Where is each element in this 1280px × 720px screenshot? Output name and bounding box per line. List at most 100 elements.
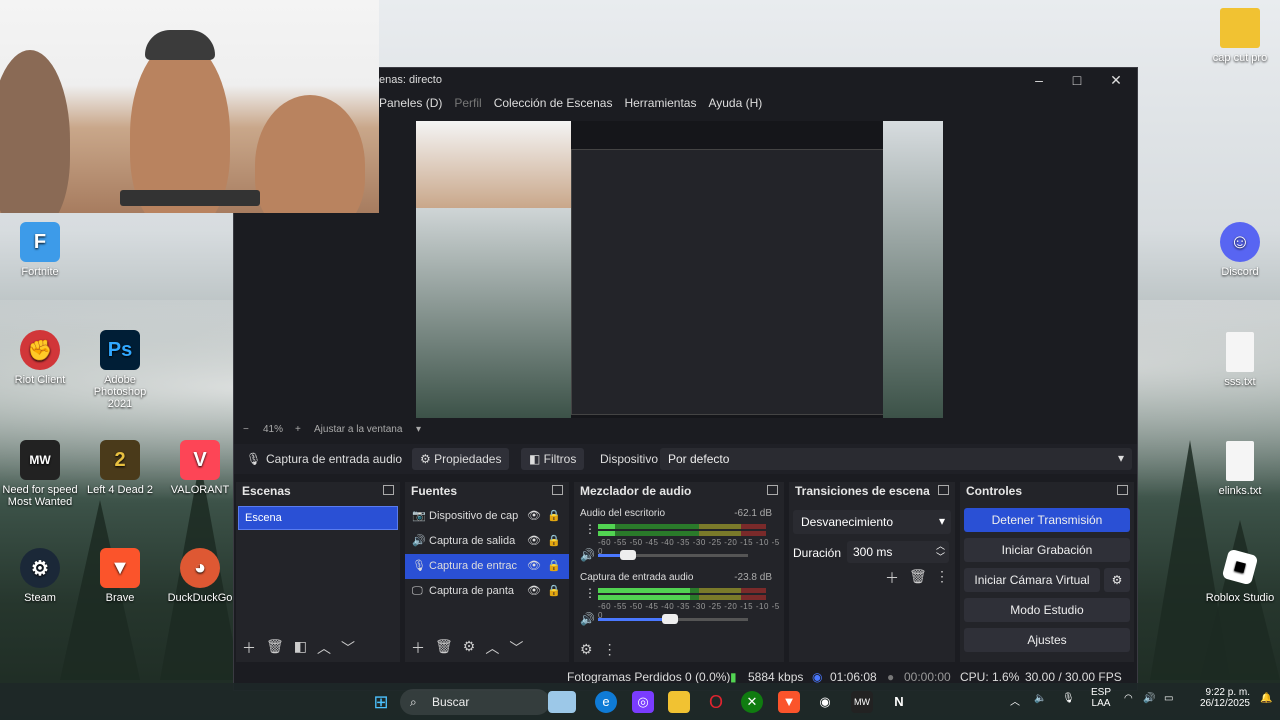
desktop-icon-valorant[interactable]: V VALORANT [160, 440, 240, 496]
duration-field[interactable]: 300 ms ︿ ﹀ [847, 541, 949, 563]
close-icon[interactable]: ✕ [1101, 72, 1131, 89]
kebab-menu-icon[interactable]: ⋮ [584, 586, 596, 600]
file-explorer-icon[interactable] [668, 691, 690, 713]
app-n-icon[interactable]: N [888, 691, 910, 713]
speaker-icon[interactable]: 🔈 [1034, 693, 1046, 704]
chevron-down-icon[interactable]: ▾ [416, 424, 421, 435]
chevron-up-icon[interactable]: ︿ [485, 638, 499, 658]
stop-stream-button[interactable]: Detener Transmisión [964, 508, 1130, 532]
trash-icon[interactable]: 🗑 [266, 638, 284, 658]
virtual-camera-button[interactable]: Iniciar Cámara Virtual [964, 568, 1100, 592]
kebab-menu-icon[interactable]: ⋮ [935, 568, 949, 585]
popout-icon[interactable] [938, 485, 949, 495]
volume-knob[interactable] [662, 614, 678, 624]
opera-icon[interactable]: O [705, 691, 727, 713]
xbox-icon[interactable]: ✕ [741, 691, 763, 713]
fit-window-button[interactable]: Ajustar a la ventana [314, 424, 402, 435]
popout-icon[interactable] [767, 485, 778, 495]
language-indicator[interactable]: ESP LAA [1090, 687, 1112, 709]
eye-icon[interactable]: 👁 [527, 554, 541, 579]
desktop-icon-elinks[interactable]: elinks.txt [1200, 441, 1280, 497]
start-recording-button[interactable]: Iniciar Grabación [964, 538, 1130, 562]
trash-icon[interactable]: 🗑 [435, 638, 453, 658]
menu-scene-collection[interactable]: Colección de Escenas [494, 96, 613, 110]
edge-icon[interactable]: e [595, 691, 617, 713]
lock-icon[interactable]: 🔒 [547, 579, 561, 604]
gear-icon[interactable]: ⚙ [580, 641, 593, 658]
desktop-icon-brave[interactable]: ▼ Brave [80, 548, 160, 604]
nfs-icon[interactable]: MW [851, 691, 873, 713]
maximize-icon[interactable]: □ [1062, 72, 1092, 88]
zoom-in-button[interactable]: + [295, 424, 301, 435]
gear-icon[interactable]: ⚙ [463, 638, 476, 658]
battery-icon[interactable]: ▭ [1164, 693, 1173, 704]
desktop-icon-photoshop[interactable]: Ps Adobe Photoshop 2021 [80, 330, 160, 410]
app-icon[interactable]: ◎ [632, 691, 654, 713]
popout-icon[interactable] [383, 485, 394, 495]
desktop-icon-steam[interactable]: ⚙ Steam [0, 548, 80, 604]
speaker-icon[interactable]: 🔊 [580, 612, 595, 626]
notification-bell-icon[interactable]: 🔔 [1260, 693, 1272, 704]
settings-button[interactable]: Ajustes [964, 628, 1130, 652]
wifi-icon[interactable]: ◠ [1124, 693, 1133, 704]
preview-canvas[interactable] [416, 121, 943, 418]
desktop-icon-discord[interactable]: ☺ Discord [1200, 222, 1280, 278]
add-icon[interactable]: ＋ [242, 638, 256, 658]
source-row[interactable]: 🔊 Captura de salida 👁 🔒 [405, 529, 569, 554]
popout-icon[interactable] [1117, 485, 1128, 495]
microphone-icon[interactable]: 🎙 [1062, 693, 1075, 704]
desktop-icon-fortnite[interactable]: F Fortnite [0, 222, 80, 278]
desktop-icon-roblox[interactable]: ■ Roblox Studio [1200, 548, 1280, 604]
lock-icon[interactable]: 🔒 [547, 504, 561, 529]
lock-icon[interactable]: 🔒 [547, 554, 561, 579]
kebab-menu-icon[interactable]: ⋮ [584, 522, 596, 536]
brave-icon[interactable]: ▼ [778, 691, 800, 713]
desktop-icon-l4d2[interactable]: 2 Left 4 Dead 2 [80, 440, 160, 496]
lock-icon[interactable]: 🔒 [547, 529, 561, 554]
menu-tools[interactable]: Herramientas [624, 96, 696, 110]
source-row-selected[interactable]: 🎙 Captura de entrac 👁 🔒 [405, 554, 569, 579]
zoom-out-button[interactable]: − [243, 424, 249, 435]
filters-button[interactable]: ◧ Filtros [521, 448, 585, 470]
windows-start-icon[interactable]: ⊞ [370, 691, 392, 713]
eye-icon[interactable]: 👁 [527, 579, 541, 604]
clock[interactable]: 9:22 p. m. 26/12/2025 [1190, 687, 1250, 709]
trash-icon[interactable]: 🗑 [909, 568, 927, 585]
add-icon[interactable]: ＋ [411, 638, 425, 658]
source-row[interactable]: 🖵 Captura de panta 👁 🔒 [405, 579, 569, 604]
desktop-icon-sss[interactable]: sss.txt [1200, 332, 1280, 388]
desktop-icon-riot[interactable]: ✊ Riot Client [0, 330, 80, 386]
menu-help[interactable]: Ayuda (H) [708, 96, 762, 110]
taskbar-search[interactable]: ⌕ Buscar [400, 689, 550, 715]
eye-icon[interactable]: 👁 [527, 529, 541, 554]
obs-icon[interactable]: ◉ [814, 691, 836, 713]
weather-icon[interactable] [548, 691, 576, 713]
eye-icon[interactable]: 👁 [527, 504, 541, 529]
source-row[interactable]: 📷 Dispositivo de cap 👁 🔒 [405, 504, 569, 529]
desktop-icon-duckduckgo[interactable]: ◕ DuckDuckGo [160, 548, 240, 604]
volume-knob[interactable] [620, 550, 636, 560]
studio-mode-button[interactable]: Modo Estudio [964, 598, 1130, 622]
chevron-down-icon[interactable]: ﹀ [341, 638, 355, 658]
chevron-down-icon[interactable]: ﹀ [509, 638, 523, 658]
speaker-icon[interactable]: 🔊 [580, 548, 595, 562]
gear-icon[interactable]: ⚙ [1104, 568, 1130, 592]
volume-slider[interactable] [598, 550, 748, 560]
spinner-icon[interactable]: ︿ ﹀ [936, 541, 945, 563]
device-select[interactable]: Por defecto ▾ [660, 448, 1132, 470]
volume-slider[interactable] [598, 614, 748, 624]
menu-panels[interactable]: Paneles (D) [379, 96, 442, 110]
add-icon[interactable]: ＋ [885, 568, 899, 588]
scene-item[interactable]: Escena [238, 506, 398, 530]
chevron-up-icon[interactable]: ︿ [1010, 693, 1020, 708]
properties-button[interactable]: ⚙ Propiedades [412, 448, 510, 470]
desktop-icon-nfs[interactable]: MW Need for speed Most Wanted [0, 440, 80, 508]
kebab-menu-icon[interactable]: ⋮ [603, 641, 617, 658]
menu-profile[interactable]: Perfil [454, 96, 481, 110]
filter-icon[interactable]: ◧ [294, 638, 307, 658]
transition-select[interactable]: Desvanecimiento ▾ [793, 510, 951, 534]
chevron-up-icon[interactable]: ︿ [317, 638, 331, 658]
desktop-icon-capcut[interactable]: cap cut pro [1200, 8, 1280, 64]
volume-icon[interactable]: 🔊 [1143, 693, 1155, 704]
popout-icon[interactable] [552, 485, 563, 495]
